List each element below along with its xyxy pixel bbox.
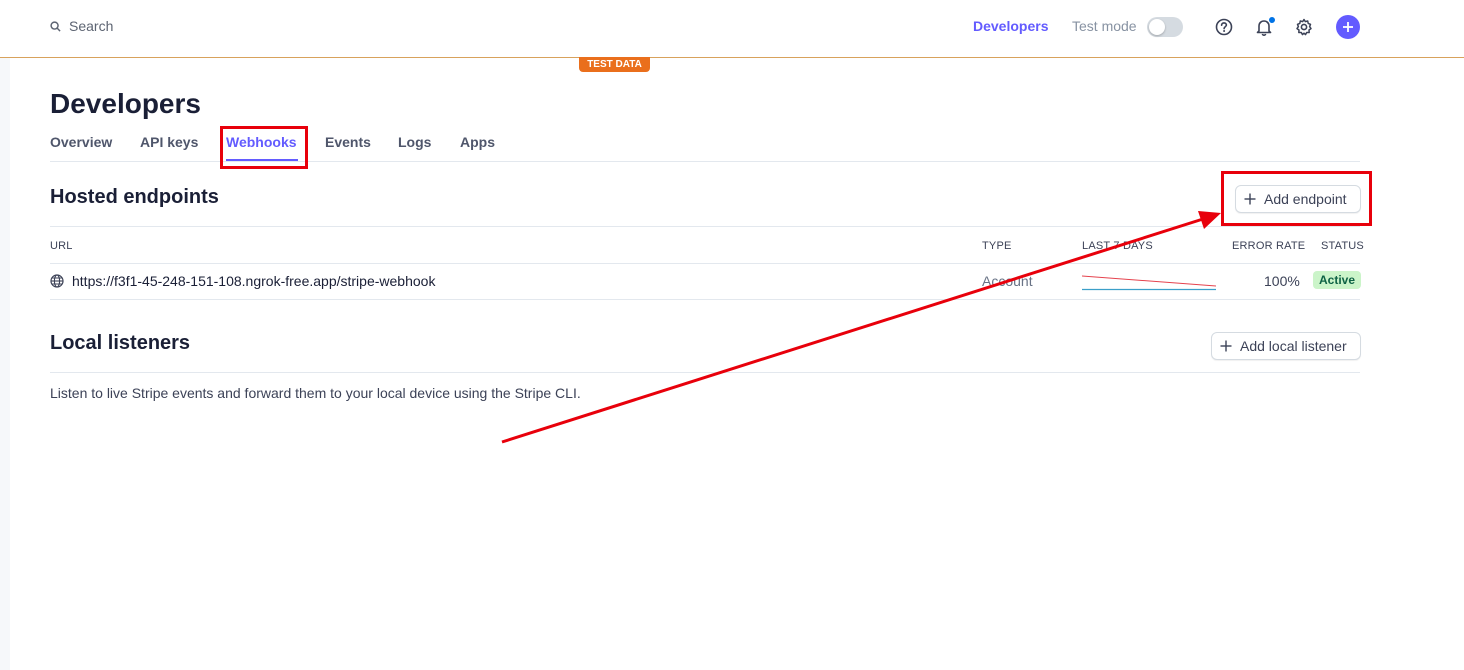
test-mode-label: Test mode bbox=[1072, 18, 1137, 34]
toggle-knob bbox=[1149, 19, 1165, 35]
endpoint-url: https://f3f1-45-248-151-108.ngrok-free.a… bbox=[72, 273, 436, 289]
column-header-type: TYPE bbox=[982, 240, 1012, 252]
status-badge: Active bbox=[1313, 271, 1362, 289]
column-header-error-rate: ERROR RATE bbox=[1232, 240, 1306, 252]
add-local-listener-button[interactable]: Add local listener bbox=[1211, 332, 1361, 360]
column-header-last-7-days: LAST 7 DAYS bbox=[1082, 240, 1153, 252]
tab-apps[interactable]: Apps bbox=[460, 134, 495, 150]
tab-api-keys[interactable]: API keys bbox=[140, 134, 198, 150]
column-header-status: STATUS bbox=[1321, 240, 1364, 252]
plus-icon bbox=[1343, 22, 1353, 32]
endpoint-type: Account bbox=[982, 273, 1033, 289]
globe-icon bbox=[50, 274, 64, 288]
plus-icon bbox=[1244, 193, 1256, 205]
column-header-url: URL bbox=[50, 240, 73, 252]
plus-icon bbox=[1220, 340, 1232, 352]
test-mode-toggle[interactable] bbox=[1147, 17, 1183, 37]
search-icon bbox=[50, 20, 61, 32]
hosted-endpoints-title: Hosted endpoints bbox=[50, 186, 219, 208]
tab-webhooks[interactable]: Webhooks bbox=[226, 134, 297, 150]
search-placeholder: Search bbox=[69, 18, 114, 34]
tab-logs[interactable]: Logs bbox=[398, 134, 431, 150]
create-button[interactable] bbox=[1336, 15, 1360, 39]
local-listeners-description: Listen to live Stripe events and forward… bbox=[50, 385, 581, 401]
add-endpoint-label: Add endpoint bbox=[1264, 191, 1347, 207]
tab-bar: Overview API keys Webhooks Events Logs A… bbox=[50, 134, 1360, 162]
divider bbox=[50, 263, 1360, 264]
add-local-listener-label: Add local listener bbox=[1240, 338, 1347, 354]
local-listeners-title: Local listeners bbox=[50, 332, 191, 354]
notification-dot bbox=[1268, 16, 1276, 24]
divider bbox=[50, 226, 1360, 227]
left-edge bbox=[0, 58, 10, 670]
help-icon[interactable] bbox=[1214, 17, 1234, 37]
activity-sparkline bbox=[1082, 275, 1217, 291]
tab-events[interactable]: Events bbox=[325, 134, 371, 150]
endpoint-url-cell[interactable]: https://f3f1-45-248-151-108.ngrok-free.a… bbox=[50, 273, 435, 289]
test-data-badge: TEST DATA bbox=[579, 57, 650, 72]
page-title: Developers bbox=[50, 88, 201, 119]
developers-link[interactable]: Developers bbox=[973, 18, 1048, 34]
tab-overview[interactable]: Overview bbox=[50, 134, 112, 150]
search-field[interactable]: Search bbox=[50, 18, 113, 34]
gear-icon[interactable] bbox=[1294, 17, 1314, 37]
divider bbox=[50, 372, 1360, 373]
top-bar: Search Developers Test mode bbox=[0, 0, 1464, 58]
active-tab-indicator bbox=[226, 159, 298, 161]
add-endpoint-button[interactable]: Add endpoint bbox=[1235, 185, 1361, 213]
error-rate: 100% bbox=[1264, 273, 1300, 289]
divider bbox=[50, 299, 1360, 300]
